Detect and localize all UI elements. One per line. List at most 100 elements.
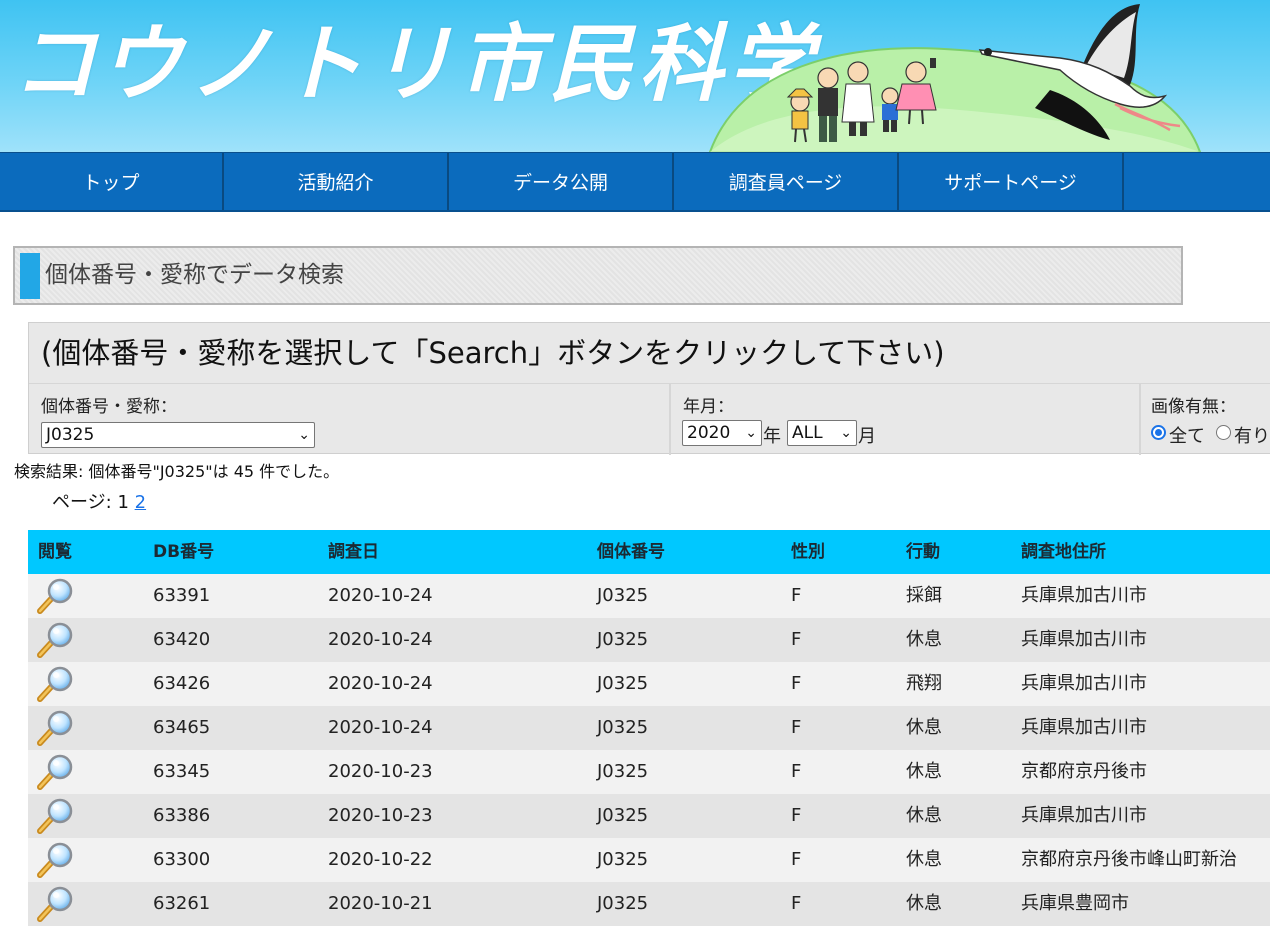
cell-individual-number: J0325 bbox=[597, 629, 649, 650]
search-filters-row: 個体番号・愛称： J0325 ⌄ 年月： 2020 ⌄ 年 ALL ⌄ 月 画像… bbox=[29, 383, 1270, 455]
cell-address: 兵庫県加古川市 bbox=[1021, 629, 1147, 650]
table-row: 63345 2020-10-23 J0325 F 休息 京都府京丹後市 bbox=[28, 750, 1270, 794]
id-filter-label: 個体番号・愛称： bbox=[41, 397, 177, 417]
cell-sex: F bbox=[791, 717, 802, 738]
cell-survey-date: 2020-10-24 bbox=[328, 629, 433, 650]
site-banner: コウノトリ市民科学 bbox=[0, 0, 1270, 152]
nav-item-data-publication[interactable]: データ公開 bbox=[449, 153, 674, 210]
col-view: 閲覧 bbox=[38, 542, 72, 562]
year-select[interactable]: 2020 ⌄ bbox=[682, 420, 762, 446]
cell-db-number: 63261 bbox=[153, 893, 211, 914]
cell-sex: F bbox=[791, 585, 802, 606]
cell-behavior: 休息 bbox=[906, 717, 942, 738]
nav-item-support-page[interactable]: サポートページ bbox=[899, 153, 1124, 210]
results-table: 閲覧 DB番号 調査日 個体番号 性別 行動 調査地住所 63391 2020-1… bbox=[28, 530, 1270, 926]
date-filter-cell: 年月： 2020 ⌄ 年 ALL ⌄ 月 bbox=[671, 384, 1141, 455]
cell-address: 兵庫県加古川市 bbox=[1021, 673, 1147, 694]
image-filter-cell: 画像有無： 全て 有り bbox=[1141, 384, 1270, 455]
cell-db-number: 63386 bbox=[153, 805, 211, 826]
table-row: 63426 2020-10-24 J0325 F 飛翔 兵庫県加古川市 bbox=[28, 662, 1270, 706]
cell-address: 兵庫県加古川市 bbox=[1021, 805, 1147, 826]
id-select-value: J0325 bbox=[46, 425, 95, 445]
search-instruction: (個体番号・愛称を選択して「Search」ボタンをクリックして下さい) bbox=[41, 336, 945, 370]
col-sex: 性別 bbox=[791, 542, 825, 562]
result-summary: 検索結果: 個体番号"J0325"は 45 件でした。 bbox=[14, 462, 340, 481]
cell-sex: F bbox=[791, 673, 802, 694]
col-address: 調査地住所 bbox=[1021, 542, 1106, 562]
col-individual-number: 個体番号 bbox=[597, 542, 665, 562]
chevron-down-icon: ⌄ bbox=[840, 425, 852, 441]
table-row: 63391 2020-10-24 J0325 F 採餌 兵庫県加古川市 bbox=[28, 574, 1270, 618]
cell-survey-date: 2020-10-24 bbox=[328, 673, 433, 694]
section-accent-bar bbox=[20, 253, 40, 299]
pager-current-page: 1 bbox=[117, 492, 129, 513]
cell-individual-number: J0325 bbox=[597, 717, 649, 738]
cell-db-number: 63420 bbox=[153, 629, 211, 650]
month-select-value: ALL bbox=[792, 423, 823, 443]
search-panel: (個体番号・愛称を選択して「Search」ボタンをクリックして下さい) 個体番号… bbox=[28, 322, 1270, 455]
magnifier-icon[interactable] bbox=[36, 754, 74, 790]
cell-behavior: 休息 bbox=[906, 629, 942, 650]
nav-item-activities[interactable]: 活動紹介 bbox=[224, 153, 449, 210]
cell-survey-date: 2020-10-22 bbox=[328, 849, 433, 870]
image-all-label: 全て bbox=[1169, 426, 1205, 447]
pager-link-page-2[interactable]: 2 bbox=[135, 492, 146, 513]
cell-address: 兵庫県加古川市 bbox=[1021, 717, 1147, 738]
stork-and-people-illustration bbox=[708, 4, 1202, 152]
cell-behavior: 飛翔 bbox=[906, 673, 942, 694]
cell-sex: F bbox=[791, 761, 802, 782]
month-select[interactable]: ALL ⌄ bbox=[787, 420, 857, 446]
col-db-number: DB番号 bbox=[153, 542, 215, 562]
cell-individual-number: J0325 bbox=[597, 761, 649, 782]
cell-survey-date: 2020-10-24 bbox=[328, 717, 433, 738]
year-select-value: 2020 bbox=[687, 423, 731, 443]
section-heading: 個体番号・愛称でデータ検索 bbox=[13, 246, 1183, 305]
cell-db-number: 63465 bbox=[153, 717, 211, 738]
table-header: 閲覧 DB番号 調査日 個体番号 性別 行動 調査地住所 bbox=[28, 530, 1270, 574]
date-filter-label: 年月： bbox=[683, 397, 734, 417]
cell-db-number: 63345 bbox=[153, 761, 211, 782]
id-filter-cell: 個体番号・愛称： J0325 ⌄ bbox=[29, 384, 671, 455]
cell-db-number: 63426 bbox=[153, 673, 211, 694]
cell-sex: F bbox=[791, 805, 802, 826]
year-unit: 年 bbox=[763, 426, 781, 447]
nav-item-top[interactable]: トップ bbox=[0, 153, 224, 210]
cell-sex: F bbox=[791, 849, 802, 870]
chevron-down-icon: ⌄ bbox=[298, 427, 310, 443]
nav-filler bbox=[1124, 153, 1270, 210]
magnifier-icon[interactable] bbox=[36, 622, 74, 658]
image-all-radio[interactable] bbox=[1151, 425, 1166, 440]
pagination: ページ: 1 2 bbox=[52, 488, 146, 514]
magnifier-icon[interactable] bbox=[36, 798, 74, 834]
magnifier-icon[interactable] bbox=[36, 842, 74, 878]
chevron-down-icon: ⌄ bbox=[745, 425, 757, 441]
magnifier-icon[interactable] bbox=[36, 710, 74, 746]
cell-sex: F bbox=[791, 629, 802, 650]
cell-individual-number: J0325 bbox=[597, 805, 649, 826]
main-nav: トップ 活動紹介 データ公開 調査員ページ サポートページ bbox=[0, 152, 1270, 212]
table-row: 63420 2020-10-24 J0325 F 休息 兵庫県加古川市 bbox=[28, 618, 1270, 662]
image-yes-radio[interactable] bbox=[1216, 425, 1231, 440]
table-body: 63391 2020-10-24 J0325 F 採餌 兵庫県加古川市 63420 2020-… bbox=[28, 574, 1270, 926]
cell-individual-number: J0325 bbox=[597, 849, 649, 870]
nav-item-investigator-page[interactable]: 調査員ページ bbox=[674, 153, 899, 210]
table-row: 63300 2020-10-22 J0325 F 休息 京都府京丹後市峰山町新治 bbox=[28, 838, 1270, 882]
cell-behavior: 休息 bbox=[906, 805, 942, 826]
magnifier-icon[interactable] bbox=[36, 666, 74, 702]
id-select[interactable]: J0325 ⌄ bbox=[41, 422, 315, 448]
cell-individual-number: J0325 bbox=[597, 673, 649, 694]
cell-individual-number: J0325 bbox=[597, 893, 649, 914]
cell-survey-date: 2020-10-24 bbox=[328, 585, 433, 606]
table-row: 63261 2020-10-21 J0325 F 休息 兵庫県豊岡市 bbox=[28, 882, 1270, 926]
month-unit: 月 bbox=[858, 426, 876, 447]
cell-sex: F bbox=[791, 893, 802, 914]
cell-address: 兵庫県加古川市 bbox=[1021, 585, 1147, 606]
cell-behavior: 休息 bbox=[906, 761, 942, 782]
magnifier-icon[interactable] bbox=[36, 578, 74, 614]
cell-survey-date: 2020-10-21 bbox=[328, 893, 433, 914]
col-survey-date: 調査日 bbox=[328, 542, 379, 562]
cell-db-number: 63391 bbox=[153, 585, 211, 606]
pager-label: ページ: bbox=[52, 492, 118, 513]
magnifier-icon[interactable] bbox=[36, 886, 74, 922]
table-row: 63386 2020-10-23 J0325 F 休息 兵庫県加古川市 bbox=[28, 794, 1270, 838]
